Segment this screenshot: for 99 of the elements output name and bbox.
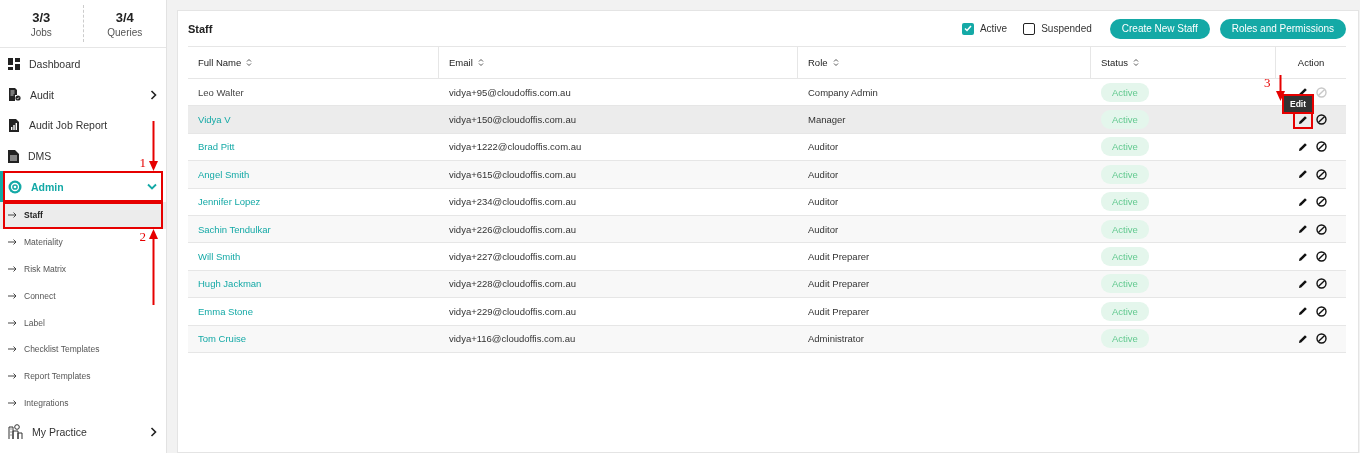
arrow-right-icon xyxy=(8,292,17,299)
arrow-right-icon xyxy=(8,239,17,246)
nav-item[interactable]: Audit Job Report xyxy=(0,110,117,141)
edit-pencil-icon[interactable] xyxy=(1298,278,1308,289)
arrow xyxy=(149,121,158,172)
edit-pencil-icon[interactable] xyxy=(1298,114,1308,125)
block-icon[interactable] xyxy=(1316,114,1327,126)
email-text: vidya+116@cloudoffis.com.au xyxy=(449,333,576,345)
status-badge: Active xyxy=(1101,274,1149,294)
status-badge: Active xyxy=(1101,329,1149,349)
name-text: Leo Walter xyxy=(198,86,244,98)
block-icon[interactable] xyxy=(1316,196,1327,208)
stat-value: 3/4 xyxy=(115,9,134,25)
status-badge: Active xyxy=(1101,137,1149,157)
edit-pencil-icon[interactable] xyxy=(1298,141,1308,152)
block-icon[interactable] xyxy=(1316,251,1327,263)
block-icon[interactable] xyxy=(1316,223,1327,235)
email-text: vidya+229@cloudoffis.com.au xyxy=(449,305,576,317)
checkbox[interactable] xyxy=(961,22,974,35)
email-text: vidya+150@cloudoffis.com.au xyxy=(449,114,576,126)
block-icon[interactable] xyxy=(1316,278,1327,290)
edit-pencil-icon[interactable] xyxy=(1298,306,1308,317)
building-chart-icon xyxy=(8,424,23,440)
column-label[interactable]: Status xyxy=(1101,57,1128,68)
report-chart-icon xyxy=(8,119,20,132)
role-text: Auditor xyxy=(808,223,839,235)
status-badge: Active xyxy=(1101,82,1149,102)
arrow-right-icon xyxy=(8,319,17,326)
role-text: Auditor xyxy=(808,141,839,153)
chevron-right-icon xyxy=(150,89,157,100)
document-icon xyxy=(8,149,19,163)
checkbox[interactable] xyxy=(1023,22,1036,35)
role-text: Company Admin xyxy=(808,86,878,98)
block-icon[interactable] xyxy=(1316,305,1327,317)
arrow xyxy=(1276,74,1285,101)
arrow-right-icon xyxy=(8,399,17,406)
document-check-icon xyxy=(8,88,21,102)
column-label[interactable]: Email xyxy=(449,57,473,68)
email-text: vidya+227@cloudoffis.com.au xyxy=(449,251,576,263)
filter-checkbox[interactable]: Active xyxy=(961,22,1008,35)
email-text: vidya+95@cloudoffis.com.au xyxy=(449,86,571,98)
subnav-item[interactable]: Materiality xyxy=(0,228,69,256)
subnav-item[interactable]: Risk Matrix xyxy=(0,255,73,283)
subnav-item[interactable]: Label xyxy=(0,309,51,336)
edit-pencil-icon[interactable] xyxy=(1298,251,1308,262)
gear-icon xyxy=(8,179,22,194)
arrow-right-icon xyxy=(8,373,17,380)
filter-label: Active xyxy=(979,23,1008,34)
stat-label: Jobs xyxy=(30,26,52,38)
role-text: Audit Preparer xyxy=(808,278,870,290)
arrow-right-icon xyxy=(8,212,17,219)
arrow-right-icon xyxy=(8,346,17,353)
edit-pencil-icon[interactable] xyxy=(1298,333,1308,344)
stat-value: 3/3 xyxy=(32,9,51,25)
email-text: vidya+234@cloudoffis.com.au xyxy=(449,196,576,208)
email-text: vidya+1222@cloudoffis.com.au xyxy=(449,141,582,153)
filter-checkbox[interactable]: Suspended xyxy=(1023,22,1092,35)
column-label[interactable]: Role xyxy=(808,57,828,68)
card-title: Staff xyxy=(188,22,214,35)
block-icon[interactable] xyxy=(1316,141,1327,153)
subnav-item[interactable]: Checklist Templates xyxy=(0,335,106,363)
role-text: Audit Preparer xyxy=(808,305,870,317)
status-badge: Active xyxy=(1101,164,1149,184)
email-text: vidya+228@cloudoffis.com.au xyxy=(449,278,576,290)
subnav-item[interactable]: Connect xyxy=(0,282,62,310)
nav-item[interactable]: Audit xyxy=(0,79,166,111)
role-text: Manager xyxy=(808,114,846,126)
callout-number: 1 xyxy=(139,155,146,172)
stat-label: Queries xyxy=(107,26,143,38)
filter-label: Suspended xyxy=(1041,23,1092,34)
grid-icon xyxy=(8,58,20,71)
edit-pencil-icon[interactable] xyxy=(1298,224,1308,235)
subnav-item[interactable]: Report Templates xyxy=(0,362,97,390)
email-text: vidya+615@cloudoffis.com.au xyxy=(449,168,576,180)
status-badge: Active xyxy=(1101,301,1149,321)
nav-item[interactable]: My Practice xyxy=(0,416,166,447)
block-icon[interactable] xyxy=(1316,333,1327,345)
nav-item[interactable]: Dashboard xyxy=(0,49,90,80)
status-badge: Active xyxy=(1101,192,1149,212)
role-text: Auditor xyxy=(808,196,839,208)
email-text: vidya+226@cloudoffis.com.au xyxy=(449,223,576,235)
column-label: Action xyxy=(1297,57,1325,68)
block-icon[interactable] xyxy=(1316,168,1327,180)
role-text: Administrator xyxy=(808,333,864,345)
edit-pencil-icon[interactable] xyxy=(1298,169,1308,180)
role-text: Audit Preparer xyxy=(808,251,870,263)
column-label[interactable]: Full Name xyxy=(198,57,242,68)
chevron-right-icon xyxy=(150,426,157,437)
status-badge: Active xyxy=(1101,110,1149,130)
edit-pencil-icon[interactable] xyxy=(1298,196,1308,207)
chevron-down-icon xyxy=(147,183,157,191)
status-badge: Active xyxy=(1101,219,1149,239)
callout-number: 3 xyxy=(1264,74,1271,91)
role-text: Auditor xyxy=(808,168,839,180)
arrow-right-icon xyxy=(8,265,17,272)
subnav-item[interactable]: Integrations xyxy=(0,389,75,417)
nav-item[interactable]: DMS xyxy=(0,140,61,172)
callout-number: 2 xyxy=(139,228,146,245)
status-badge: Active xyxy=(1101,247,1149,267)
